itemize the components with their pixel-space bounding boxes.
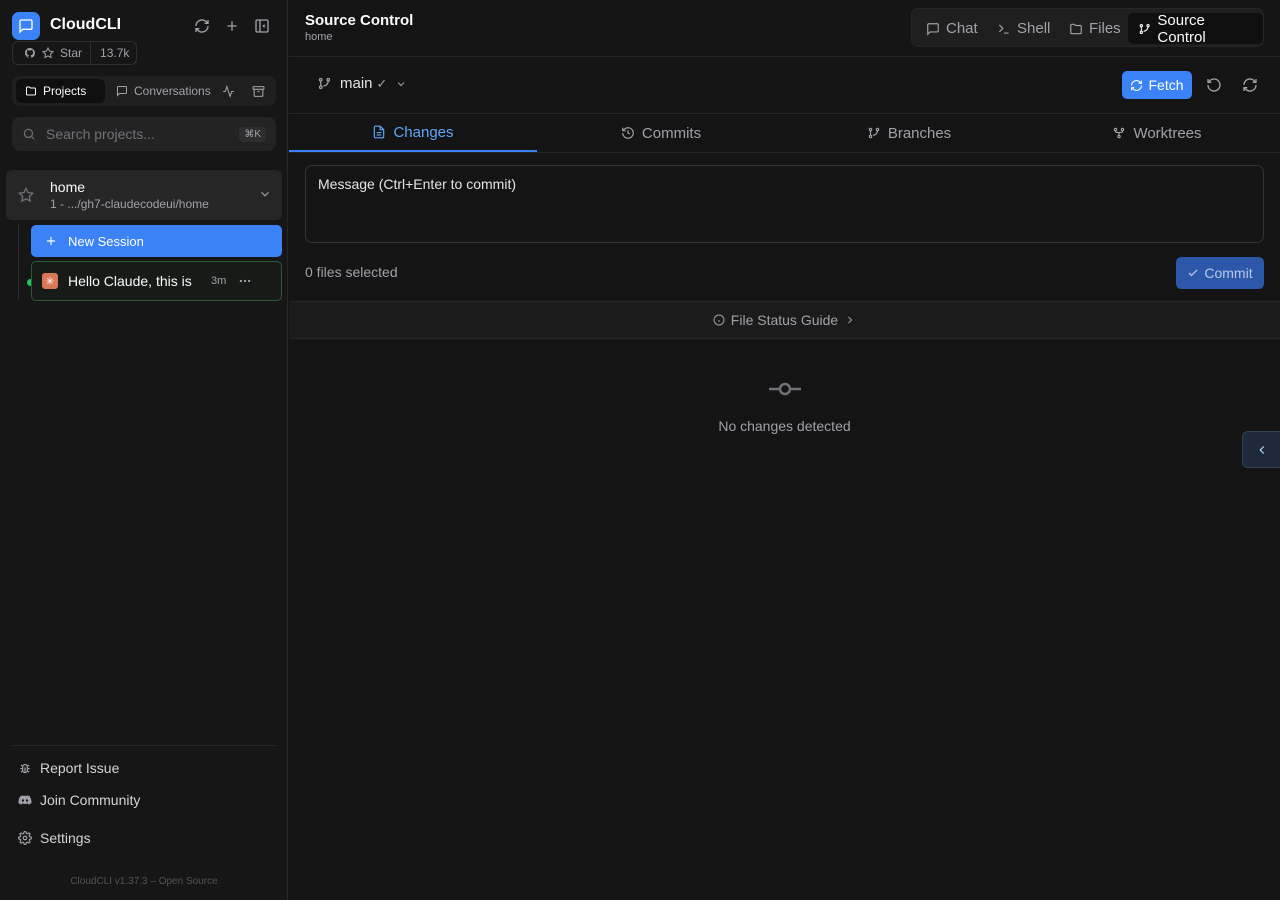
- commit-button[interactable]: Commit: [1176, 257, 1264, 289]
- folder-icon: [26, 86, 36, 96]
- project-session-count: 1: [50, 197, 57, 211]
- search-input[interactable]: [46, 126, 240, 142]
- commit-message-input[interactable]: [305, 165, 1264, 243]
- search-icon: [23, 128, 35, 140]
- chevron-down-icon: [398, 81, 405, 86]
- star-count: 13.7k: [100, 46, 130, 60]
- terminal-icon: [998, 24, 1009, 34]
- tab-conversations[interactable]: Conversations: [107, 79, 220, 103]
- chevron-left-icon: [1258, 445, 1264, 454]
- history-icon: [622, 127, 634, 139]
- new-project-icon[interactable]: [220, 14, 244, 38]
- github-icon: [24, 47, 35, 58]
- favorite-star-icon[interactable]: [18, 187, 34, 203]
- project-meta: 1 - .../gh7-claudecodeui/home: [50, 197, 209, 211]
- divider: [289, 152, 1280, 153]
- branch-status: ✓: [376, 75, 388, 91]
- plus-icon: [46, 236, 56, 246]
- search-projects[interactable]: ⌘K: [12, 117, 276, 151]
- branch-name: main: [340, 75, 373, 92]
- tab-shell[interactable]: Shell: [987, 13, 1060, 44]
- page-subtitle: home: [305, 31, 333, 43]
- tab-source-control[interactable]: Source Control: [1128, 12, 1263, 46]
- collapse-sidebar-icon[interactable]: [250, 14, 274, 38]
- session-title: Hello Claude, this is: [68, 273, 192, 289]
- info-icon: [713, 314, 725, 326]
- project-item-home[interactable]: home 1 - .../gh7-claudecodeui/home: [6, 170, 282, 220]
- star-icon: [42, 47, 54, 59]
- sidebar: CloudCLI Star 13.7k Projects Conversatio…: [0, 0, 288, 900]
- claude-icon: ✳: [42, 273, 58, 289]
- tab-branches[interactable]: Branches: [785, 114, 1033, 152]
- files-selected-count: 0 files selected: [305, 264, 398, 280]
- tab-chat[interactable]: Chat: [916, 13, 988, 44]
- search-shortcut: ⌘K: [239, 126, 266, 142]
- refresh-icon[interactable]: [1238, 73, 1262, 97]
- report-issue-link[interactable]: Report Issue: [18, 758, 119, 778]
- git-branch-icon: [1139, 23, 1150, 34]
- refresh-icon[interactable]: [190, 14, 214, 38]
- discord-icon: [18, 795, 32, 805]
- gear-icon: [18, 831, 32, 845]
- chat-icon: [927, 22, 939, 36]
- divider: [12, 745, 276, 746]
- tree-line: [18, 224, 19, 300]
- settings-link[interactable]: Settings: [18, 828, 91, 848]
- tab-commits[interactable]: Commits: [537, 114, 785, 152]
- folder-icon: [1070, 23, 1082, 34]
- git-fork-icon: [1114, 127, 1125, 139]
- project-path: - .../gh7-claudecodeui/home: [60, 197, 209, 211]
- top-nav: Chat Shell Files Source Control: [911, 8, 1264, 47]
- session-item[interactable]: ✳ Hello Claude, this is 3m: [31, 261, 282, 301]
- git-commit-icon: [767, 380, 803, 398]
- refresh-icon: [1131, 79, 1143, 91]
- file-icon: [374, 125, 385, 139]
- git-branch-icon: [868, 127, 880, 139]
- project-name: home: [50, 179, 86, 195]
- version-label: CloudCLI v1.37.3 – Open Source: [70, 876, 218, 887]
- new-session-button[interactable]: New Session: [31, 225, 282, 257]
- chevron-down-icon[interactable]: [258, 187, 272, 201]
- github-star-button[interactable]: Star 13.7k: [12, 41, 137, 65]
- more-options-icon[interactable]: [238, 274, 252, 288]
- app-logo-icon: [12, 12, 40, 40]
- sidebar-view-tabs: Projects Conversations: [12, 76, 276, 106]
- divider: [289, 56, 1280, 57]
- app-name: CloudCLI: [50, 16, 122, 33]
- star-label: Star: [60, 46, 83, 60]
- check-icon: [1188, 269, 1198, 277]
- expand-panel-button[interactable]: [1242, 431, 1280, 468]
- archive-icon[interactable]: [248, 79, 269, 103]
- undo-icon[interactable]: [1202, 73, 1226, 97]
- git-branch-icon: [318, 77, 331, 90]
- bug-icon: [20, 763, 30, 774]
- empty-state-text: No changes detected: [718, 418, 851, 434]
- fetch-button[interactable]: Fetch: [1122, 71, 1192, 99]
- tab-projects[interactable]: Projects: [16, 79, 105, 103]
- session-time: 3m: [211, 275, 227, 287]
- chevron-right-icon: [848, 316, 853, 324]
- activity-icon[interactable]: [218, 79, 239, 103]
- tab-files[interactable]: Files: [1059, 13, 1131, 44]
- file-status-guide[interactable]: File Status Guide: [289, 301, 1280, 339]
- chat-icon: [117, 86, 127, 97]
- join-community-link[interactable]: Join Community: [18, 790, 140, 810]
- main-panel: Source Control home Chat Shell Files Sou…: [289, 0, 1280, 900]
- page-title: Source Control: [305, 12, 414, 29]
- tab-changes[interactable]: Changes: [289, 114, 537, 152]
- branch-selector[interactable]: main ✓: [317, 75, 407, 92]
- tab-worktrees[interactable]: Worktrees: [1033, 114, 1280, 152]
